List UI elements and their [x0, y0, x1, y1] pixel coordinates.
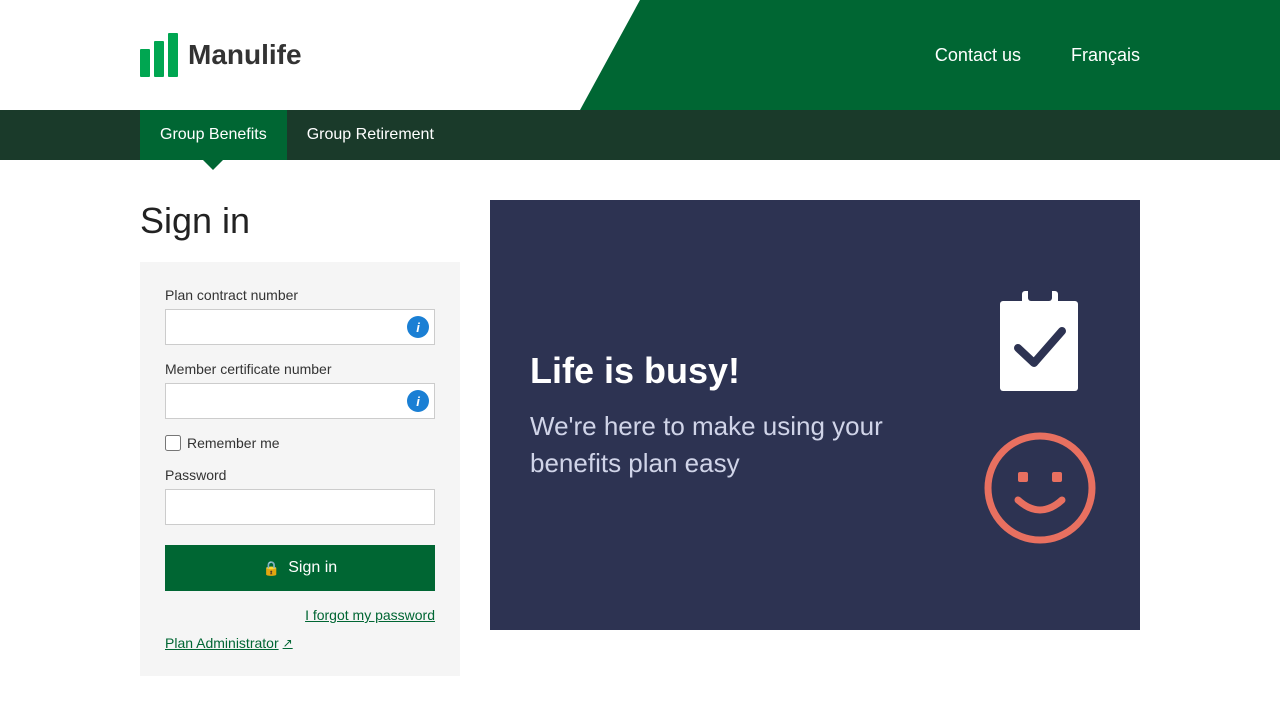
logo-bar-1 [140, 49, 150, 77]
logo-bar-2 [154, 41, 164, 77]
forgot-password-link[interactable]: I forgot my password [165, 607, 435, 623]
password-input[interactable] [165, 489, 435, 525]
logo-bar-3 [168, 33, 178, 77]
logo: Manulife [140, 33, 302, 77]
page-title: Sign in [140, 200, 460, 242]
plan-contract-input[interactable] [165, 309, 435, 345]
nav-bar: Group Benefits Group Retirement [0, 110, 1280, 160]
form-container: Sign in Plan contract number i Member ce… [140, 200, 460, 676]
external-link-icon: ↗ [283, 636, 293, 650]
plan-admin-label: Plan Administrator [165, 635, 279, 651]
header: Manulife Contact us Français [0, 0, 1280, 110]
promo-text: Life is busy! We're here to make using y… [530, 349, 980, 481]
member-cert-info-icon[interactable]: i [407, 390, 429, 412]
remember-me-label[interactable]: Remember me [187, 435, 280, 451]
promo-headline: Life is busy! [530, 349, 980, 392]
header-bg [580, 0, 1280, 110]
signin-form: Plan contract number i Member certificat… [140, 262, 460, 676]
logo-text: Manulife [188, 39, 302, 71]
remember-me-checkbox[interactable] [165, 435, 181, 451]
lock-icon: 🔒 [263, 560, 280, 577]
promo-subtext: We're here to make using your benefits p… [530, 408, 980, 481]
main-content: Sign in Plan contract number i Member ce… [0, 160, 1280, 716]
clipboard-icon [990, 283, 1090, 398]
plan-contract-group: Plan contract number i [165, 287, 435, 345]
plan-contract-input-wrapper: i [165, 309, 435, 345]
nav-item-group-retirement[interactable]: Group Retirement [287, 110, 454, 160]
member-cert-input[interactable] [165, 383, 435, 419]
signin-button-label: Sign in [288, 559, 337, 577]
smiley-icon [980, 428, 1100, 548]
promo-icons [980, 283, 1100, 548]
promo-panel: Life is busy! We're here to make using y… [490, 200, 1140, 630]
logo-bars [140, 33, 178, 77]
password-group: Password [165, 467, 435, 525]
header-nav: Contact us Français [935, 45, 1140, 66]
plan-contract-info-icon[interactable]: i [407, 316, 429, 338]
member-cert-label: Member certificate number [165, 361, 435, 377]
francais-link[interactable]: Français [1071, 45, 1140, 66]
contact-us-link[interactable]: Contact us [935, 45, 1021, 66]
remember-me-group: Remember me [165, 435, 435, 451]
member-cert-input-wrapper: i [165, 383, 435, 419]
signin-button[interactable]: 🔒 Sign in [165, 545, 435, 591]
member-cert-group: Member certificate number i [165, 361, 435, 419]
plan-contract-label: Plan contract number [165, 287, 435, 303]
plan-admin-link[interactable]: Plan Administrator ↗ [165, 635, 435, 651]
nav-item-group-benefits[interactable]: Group Benefits [140, 110, 287, 160]
password-label: Password [165, 467, 435, 483]
